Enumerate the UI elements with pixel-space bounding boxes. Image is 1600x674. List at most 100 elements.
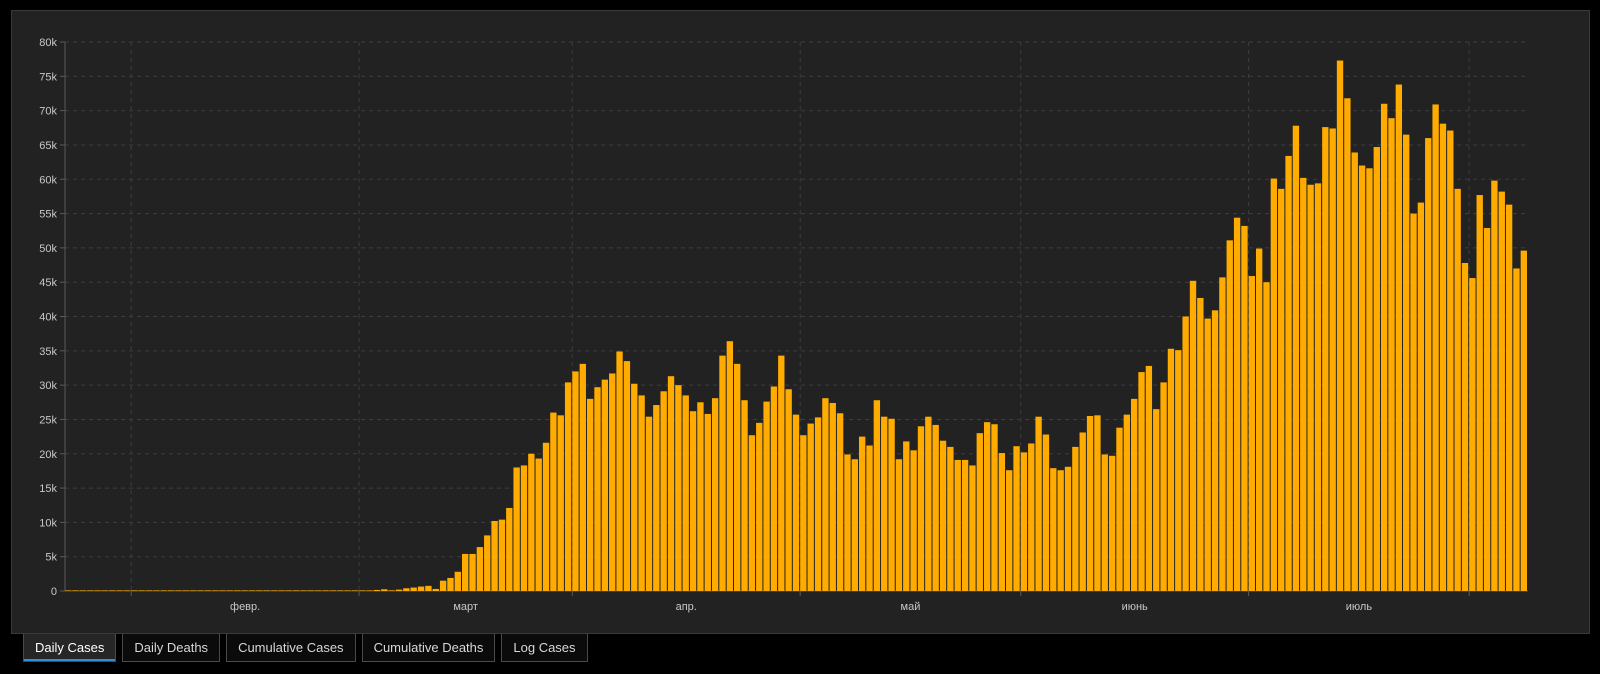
bar xyxy=(189,590,197,591)
bar xyxy=(932,424,939,591)
tab-daily-deaths[interactable]: Daily Deaths xyxy=(122,634,221,662)
bar xyxy=(579,363,586,591)
bar xyxy=(1270,178,1278,591)
bar xyxy=(667,376,675,591)
bar xyxy=(851,459,858,591)
bar xyxy=(1182,316,1189,591)
tab-log-cases[interactable]: Log Cases xyxy=(501,634,588,662)
bar xyxy=(1314,183,1322,591)
bar xyxy=(660,391,667,591)
bar xyxy=(491,521,498,591)
bar xyxy=(741,400,748,591)
bar xyxy=(873,400,881,591)
bar xyxy=(866,445,873,591)
tab-daily-cases[interactable]: Daily Cases xyxy=(23,634,117,662)
bar xyxy=(763,401,770,591)
bar xyxy=(337,590,344,591)
y-tick-label: 75k xyxy=(39,71,57,83)
bar xyxy=(675,385,682,591)
bar xyxy=(175,590,182,591)
y-tick-label: 65k xyxy=(39,140,57,152)
bar xyxy=(1483,227,1491,591)
bar xyxy=(954,459,961,591)
bar xyxy=(359,590,366,591)
bar xyxy=(719,355,726,591)
bar xyxy=(711,398,719,591)
bar xyxy=(1300,177,1307,591)
bar xyxy=(895,459,903,591)
bar xyxy=(1064,466,1072,591)
x-tick-label: февр. xyxy=(230,601,260,613)
bar xyxy=(778,355,785,591)
bar xyxy=(1086,416,1094,591)
bar xyxy=(307,590,314,591)
daily-cases-chart: 0 5k 10k 15k 20k 25k 30k 35k 40k 45k 50k 55k 60k 65k 7… xyxy=(39,37,1528,613)
bar xyxy=(829,402,836,591)
bar xyxy=(167,590,175,591)
bar xyxy=(131,590,138,591)
bar xyxy=(1108,455,1116,591)
bar xyxy=(1219,277,1226,591)
bar xyxy=(682,395,689,591)
bar xyxy=(506,507,513,591)
bar xyxy=(153,590,160,591)
bar xyxy=(1263,282,1270,591)
bar xyxy=(564,382,572,591)
bar xyxy=(961,459,969,591)
bar xyxy=(270,590,278,591)
bar xyxy=(182,590,189,591)
bar xyxy=(87,590,94,591)
bar xyxy=(594,387,601,591)
bar xyxy=(388,590,395,591)
bar xyxy=(484,535,491,591)
bar xyxy=(1042,434,1050,591)
bar xyxy=(836,413,844,591)
bar xyxy=(1380,103,1388,591)
bar xyxy=(234,590,241,591)
y-tick-label: 50k xyxy=(39,243,57,255)
x-tick-label: апр. xyxy=(676,601,697,613)
bar xyxy=(1403,134,1410,592)
y-tick-label: 55k xyxy=(39,209,57,221)
bar xyxy=(1505,204,1513,592)
bar xyxy=(1498,191,1505,592)
bar xyxy=(734,363,741,591)
bar xyxy=(792,414,800,591)
tab-cumulative-cases[interactable]: Cumulative Cases xyxy=(226,634,356,662)
bar xyxy=(814,417,822,591)
y-tick-label: 35k xyxy=(39,346,57,358)
bar xyxy=(1072,446,1079,591)
bar xyxy=(461,553,469,591)
bar xyxy=(116,590,123,591)
bar xyxy=(822,398,829,591)
bar xyxy=(1329,128,1336,591)
bar xyxy=(1373,146,1380,591)
bar xyxy=(1255,248,1263,591)
bar xyxy=(1226,240,1233,592)
y-tick-label: 40k xyxy=(39,312,57,324)
bar xyxy=(1461,262,1469,591)
bar xyxy=(241,590,248,591)
bar xyxy=(1425,138,1432,591)
bar xyxy=(645,416,653,591)
bar xyxy=(756,422,763,591)
bar xyxy=(1160,382,1167,591)
bar xyxy=(572,371,579,591)
bar xyxy=(1358,165,1366,591)
bar xyxy=(1336,60,1344,592)
bar xyxy=(329,590,337,591)
tab-cumulative-deaths[interactable]: Cumulative Deaths xyxy=(361,634,496,662)
bar xyxy=(910,450,917,591)
bar xyxy=(1138,372,1145,591)
bar xyxy=(631,383,638,591)
bar xyxy=(726,341,734,591)
bar xyxy=(145,590,153,591)
y-tick-label: 10k xyxy=(39,517,57,529)
bar xyxy=(197,590,204,591)
bar xyxy=(454,571,461,591)
bar xyxy=(925,416,932,591)
bar xyxy=(314,590,322,591)
bar xyxy=(160,590,167,591)
bar xyxy=(983,422,991,591)
bar xyxy=(1417,202,1425,591)
